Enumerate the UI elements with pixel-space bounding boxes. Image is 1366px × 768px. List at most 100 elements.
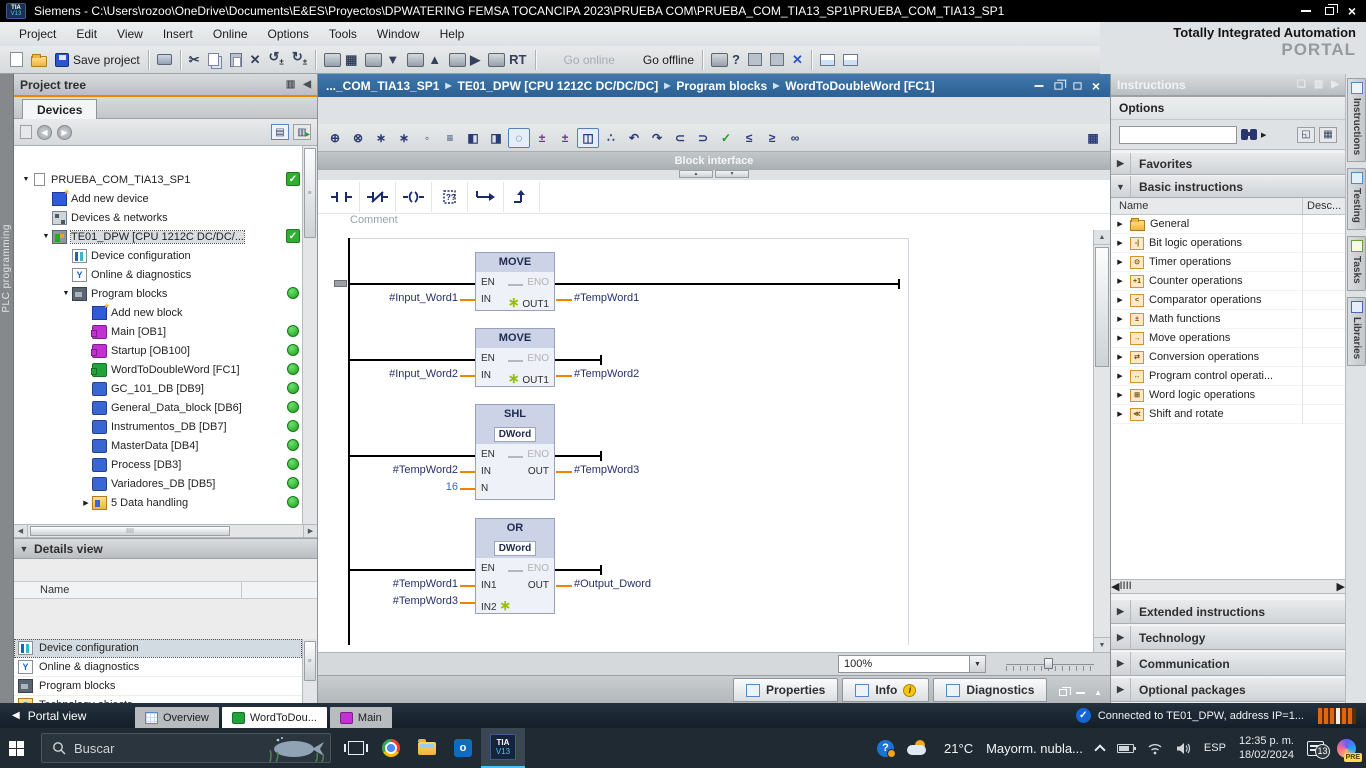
network-4[interactable]: ORDWordENENOIN1OUTIN2 ∗#TempWord1#TempWo… [318,518,918,614]
section-communication[interactable]: ▶Communication [1111,651,1345,676]
tree-scrollbar[interactable]: ≡ [302,146,317,524]
tree-row[interactable]: Process [DB3] [14,455,302,474]
network-comment[interactable]: Comment [318,214,1110,230]
tree-row[interactable]: Variadores_DB [DB5] [14,474,302,493]
glasses-icon[interactable]: ∞ [784,128,806,148]
file-explorer-button[interactable] [409,728,445,768]
instruction-group-row[interactable]: ▶<Comparator operations [1111,291,1345,310]
crossref-icon[interactable]: ▦ [1082,128,1104,148]
menu-window[interactable]: Window [368,24,429,44]
download-to-device-button[interactable]: ▼ [361,48,403,72]
insert-row-icon[interactable]: ∗ [370,128,392,148]
operand[interactable]: #TempWord1 [318,578,458,590]
expand-panel-icon[interactable]: ▶ [1331,79,1339,90]
help-icon[interactable]: ? [877,740,894,757]
instruction-group-row[interactable]: ▶↔Program control operati... [1111,367,1345,386]
tree-row[interactable]: WordToDoubleWord [FC1] [14,360,302,379]
weather-temp[interactable]: 21°C [944,741,973,756]
chrome-button[interactable] [373,728,409,768]
nc-contact-button[interactable] [360,182,396,212]
open-all-networks-icon[interactable]: ◨ [485,128,507,148]
column-view-icon[interactable]: ▥ [293,124,311,140]
outlook-button[interactable]: o [445,728,481,768]
delete-button[interactable]: ✕ [246,48,265,72]
consistency-check-icon[interactable]: ✓ [715,128,737,148]
tree-row[interactable]: Startup [OB100] [14,341,302,360]
cross-reference-button[interactable]: ✕ [788,48,807,72]
weather-text[interactable]: Mayorm. nubla... [986,741,1083,756]
float-panel-icon[interactable]: ❏ [1297,79,1306,90]
weather-icon[interactable] [907,740,931,756]
paste-button[interactable] [226,48,246,72]
network-1[interactable]: MOVEENENOIN∗ OUT1#Input_Word1#TempWord1 [318,252,918,311]
operand[interactable]: #TempWord3 [318,595,458,607]
split-editor-horizontal-button[interactable] [816,48,839,72]
details-view-header[interactable]: ▼ Details view [14,538,317,559]
cut-button[interactable]: ✂ [185,48,204,72]
menu-edit[interactable]: Edit [67,24,106,44]
float-view-icon[interactable]: ◱ [1297,127,1315,143]
tab-tasks[interactable]: Tasks [1347,236,1366,291]
undo-button[interactable]: ↺± [265,48,288,72]
go-to-next-error-icon[interactable]: ↷ [646,128,668,148]
move-block[interactable]: MOVEENENOIN∗ OUT1 [475,328,555,387]
editor-close-icon[interactable]: × [1092,81,1100,91]
favorites-section[interactable]: ▶ Favorites [1111,152,1345,175]
zoom-dropdown[interactable]: 100% ▼ [838,655,986,673]
instruction-group-row[interactable]: ▶-|Bit logic operations [1111,234,1345,253]
tab-info[interactable]: Infoi [842,678,929,702]
absolute-operands-icon[interactable]: ± [531,128,553,148]
insert-network-icon[interactable]: ⊕ [324,128,346,148]
monitor-on-icon[interactable]: ≤ [738,128,760,148]
taskbar-search[interactable]: Buscar [41,733,331,763]
task-view-button[interactable] [339,728,373,768]
start-cpu-button[interactable]: ▶ [445,48,484,72]
list-view-icon[interactable]: ▤ [271,124,289,140]
scroll-right-icon[interactable]: ▶ [1337,580,1345,593]
breadcrumb-item[interactable]: WordToDoubleWord [FC1] [785,79,934,93]
editor-scrollbar[interactable]: ▲ ▼ [1093,230,1110,652]
go-online-button[interactable]: Go online [540,48,619,72]
tree-row[interactable]: ▼PRUEBA_COM_TIA13_SP1✓ [14,170,302,189]
basic-instructions-section[interactable]: ▼ Basic instructions [1111,175,1345,198]
operand[interactable]: #Input_Word2 [318,368,458,380]
battery-icon[interactable] [1117,744,1134,753]
table-view-icon[interactable]: ▦ [1319,127,1337,143]
instruction-group-row[interactable]: ▶+1Counter operations [1111,272,1345,291]
instruction-group-row[interactable]: ▶⊙Timer operations [1111,253,1345,272]
symbolic-operands-icon[interactable]: ± [554,128,576,148]
redo-button[interactable]: ↻± [288,48,311,72]
coil-button[interactable] [396,182,432,212]
operand[interactable]: #TempWord2 [318,464,458,476]
tree-row[interactable]: ▼TE01_DPW [CPU 1212C DC/DC/...✓ [14,227,302,246]
scroll-up-icon[interactable]: ▲ [1094,230,1110,245]
instruction-group-row[interactable]: ▶General [1111,215,1345,234]
inspector-minimize-icon[interactable] [1076,692,1085,694]
splitter-up-icon[interactable]: ▲ [679,170,713,178]
zoom-slider[interactable] [1006,657,1094,673]
instruction-group-row[interactable]: ▶⇄Conversion operations [1111,348,1345,367]
favorites-toggle-icon[interactable]: ∴ [600,128,622,148]
copilot-icon[interactable]: PRE [1337,739,1356,758]
network-select-handle[interactable] [334,280,347,287]
toggle-comments-icon[interactable]: ◌ [508,128,530,148]
editor-minimize-icon[interactable] [1034,85,1043,87]
splitter-down-icon[interactable]: ▼ [715,170,749,178]
search-input[interactable] [1119,126,1237,144]
wifi-icon[interactable] [1147,742,1163,755]
tab-testing[interactable]: Testing [1347,168,1366,230]
new-item-icon[interactable] [20,125,32,139]
scroll-right-icon[interactable]: ▶ [303,525,317,537]
expand-networks-icon[interactable]: ≡ [439,128,461,148]
tree-row[interactable]: GC_101_DB [DB9] [14,379,302,398]
zoom-slider-thumb[interactable] [1044,658,1053,669]
compile-button[interactable]: ▦ [320,48,361,72]
tree-row[interactable]: ▶5 Data handling [14,493,302,512]
tree-row[interactable]: Add new device [14,189,302,208]
plc-programming-strip[interactable]: PLC programming [0,74,14,703]
collapse-networks-icon[interactable]: ◧ [462,128,484,148]
update-block-call-icon[interactable]: ⊂ [669,128,691,148]
stop-runtime-button[interactable]: RT [484,48,530,72]
compile-block-icon[interactable]: ◦ [416,128,438,148]
breadcrumb-item[interactable]: ..._COM_TIA13_SP1 [326,79,439,93]
